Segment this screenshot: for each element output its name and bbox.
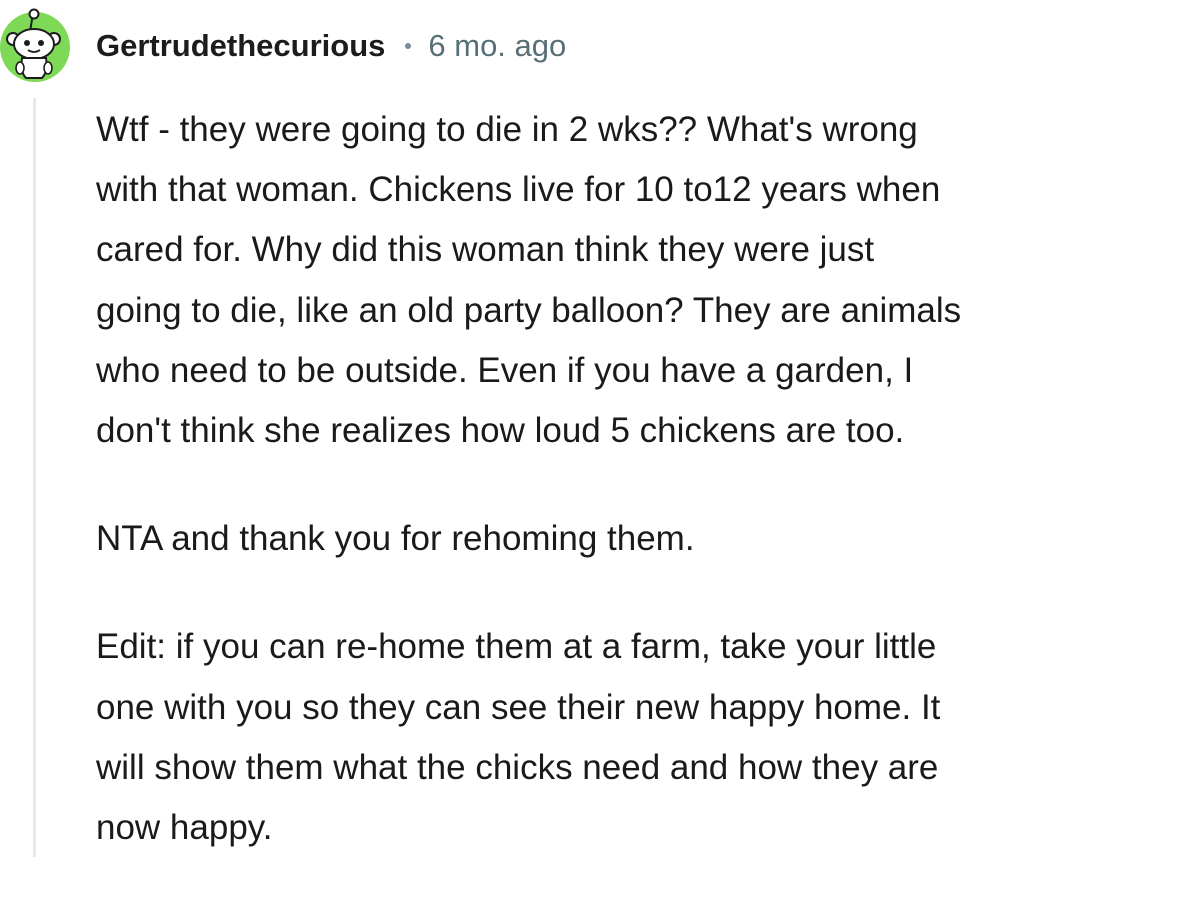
- comment-paragraph: Edit: if you can re-home them at a farm,…: [96, 617, 1176, 858]
- thread-collapse-line[interactable]: [33, 98, 36, 857]
- comment: Gertrudethecurious 6 mo. ago Wtf - they …: [0, 0, 1185, 857]
- text-line: who need to be outside. Even if you have…: [96, 350, 914, 390]
- text-line: Edit: if you can re-home them at a farm,…: [96, 627, 937, 667]
- text-line: Wtf - they were going to die in 2 wks?? …: [96, 110, 918, 149]
- text-line: NTA and thank you for rehoming them.: [96, 519, 695, 559]
- reddit-snoo-avatar-icon: [0, 8, 70, 82]
- text-line: will show them what the chicks need and …: [96, 747, 939, 787]
- comment-paragraph: Wtf - they were going to die in 2 wks?? …: [96, 100, 1176, 461]
- text-line: going to die, like an old party balloon?…: [96, 290, 962, 330]
- text-line: now happy.: [96, 808, 273, 848]
- separator-dot: [405, 43, 412, 49]
- text-line: don't think she realizes how loud 5 chic…: [96, 411, 905, 451]
- text-line: one with you so they can see their new h…: [96, 687, 941, 727]
- user-avatar[interactable]: [0, 6, 70, 82]
- comment-header: Gertrudethecurious 6 mo. ago: [96, 24, 566, 68]
- comment-paragraph: NTA and thank you for rehoming them.: [96, 509, 1176, 569]
- text-line: with that woman. Chickens live for 10 to…: [96, 170, 941, 210]
- username[interactable]: Gertrudethecurious: [96, 28, 385, 64]
- comment-body: Wtf - they were going to die in 2 wks?? …: [96, 100, 1176, 906]
- timestamp[interactable]: 6 mo. ago: [428, 28, 566, 64]
- text-line: cared for. Why did this woman think they…: [96, 230, 875, 270]
